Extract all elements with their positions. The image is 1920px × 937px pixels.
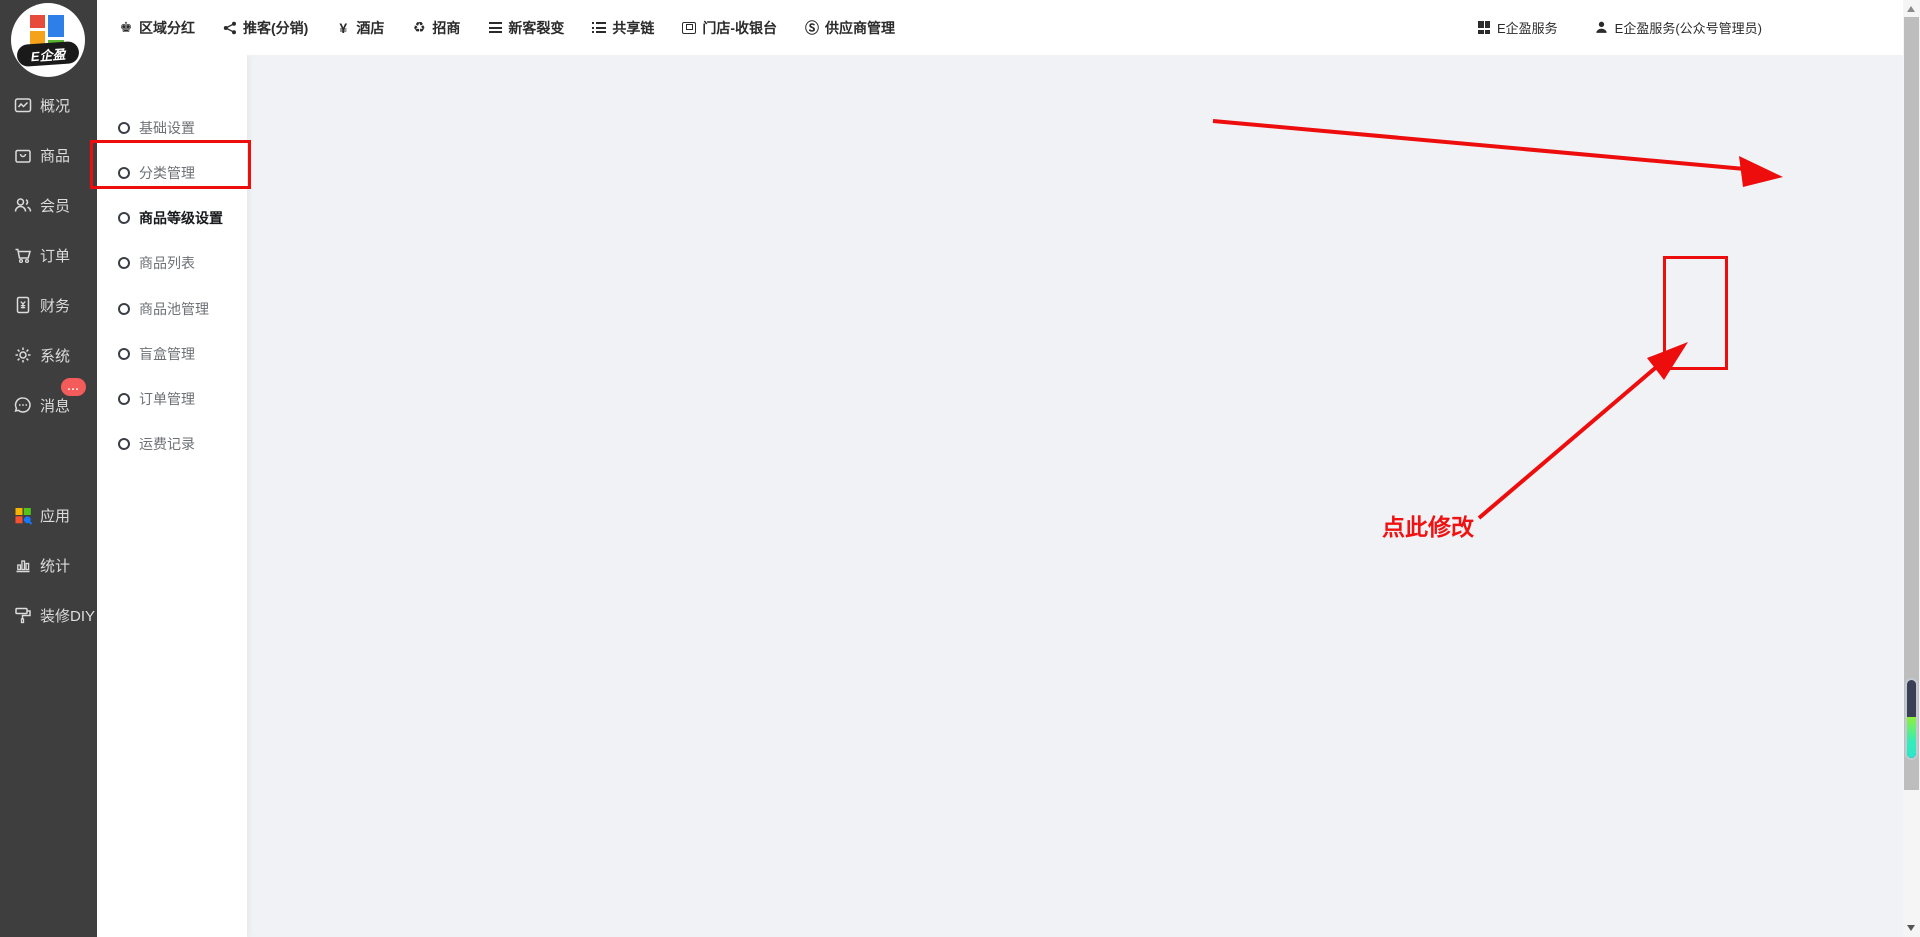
recycle-icon: ♻ <box>411 20 427 36</box>
submenu-item-goods-pool-management[interactable]: 商品池管理 <box>97 294 247 324</box>
share-icon <box>222 20 238 36</box>
grid-icon <box>1478 21 1491 34</box>
topbar-right-group: E企盈服务 E企盈服务(公众号管理员) <box>1478 18 1762 37</box>
paint-roller-icon <box>13 605 33 625</box>
top-nav-menu: ♚ 区域分红 推客(分销) ¥ 酒店 ♻ 招商 新客裂变 共享链 门店-收银台 … <box>118 18 895 38</box>
nav-item-tuike-distribution[interactable]: 推客(分销) <box>222 18 308 38</box>
circle-icon <box>118 257 130 269</box>
scroll-progress-indicator <box>1905 678 1918 760</box>
submenu-item-goods-list[interactable]: 商品列表 <box>97 248 247 278</box>
nav-item-investment[interactable]: ♻ 招商 <box>411 18 460 38</box>
submenu-item-freight-records[interactable]: 运费记录 <box>97 429 247 459</box>
nav-item-hotel[interactable]: ¥ 酒店 <box>335 18 384 38</box>
sidebar-item-apps[interactable]: 应用 <box>0 502 97 528</box>
messages-badge: ... <box>61 378 86 396</box>
three-lines-icon <box>487 20 503 36</box>
sidebar-item-system[interactable]: 系统 <box>0 342 97 368</box>
top-navbar: ♚ 区域分红 推客(分销) ¥ 酒店 ♻ 招商 新客裂变 共享链 门店-收银台 … <box>97 0 1920 55</box>
submenu-item-order-management[interactable]: 订单管理 <box>97 384 247 414</box>
scrollbar-thumb[interactable] <box>1904 17 1919 790</box>
sidebar-item-orders[interactable]: 订单 <box>0 242 97 268</box>
circle-icon <box>118 122 130 134</box>
circle-icon <box>118 438 130 450</box>
finance-icon <box>13 295 33 315</box>
window-scrollbar[interactable] <box>1903 0 1920 937</box>
sidebar-item-messages[interactable]: 消息 <box>0 392 97 418</box>
cash-register-icon <box>681 20 697 36</box>
nav-item-new-customer-fission[interactable]: 新客裂变 <box>487 18 564 38</box>
sidebar-item-statistics[interactable]: 统计 <box>0 552 97 578</box>
chess-icon: ♚ <box>118 20 134 36</box>
submenu-item-blind-box-management[interactable]: 盲盒管理 <box>97 339 247 369</box>
circle-icon <box>118 393 130 405</box>
members-icon <box>13 195 33 215</box>
account-menu[interactable]: E企盈服务(公众号管理员) <box>1594 18 1762 37</box>
circle-icon <box>118 348 130 360</box>
messages-chat-icon <box>13 395 33 415</box>
nav-item-supplier-management[interactable]: Ⓢ 供应商管理 <box>804 18 895 38</box>
goods-bag-icon <box>13 145 33 165</box>
primary-sidebar: E企盈 概况 商品 会员 订单 财务 系统 消息 ... 应用 统计 装修DIY <box>0 0 97 937</box>
statistics-bars-icon <box>13 555 33 575</box>
nav-item-share-chain[interactable]: 共享链 <box>591 18 654 38</box>
circle-icon <box>118 212 130 224</box>
service-menu[interactable]: E企盈服务 <box>1478 18 1558 37</box>
sidebar-item-overview[interactable]: 概况 <box>0 92 97 118</box>
sidebar-item-decorate-diy[interactable]: 装修DIY <box>0 602 97 628</box>
orders-cart-icon <box>13 245 33 265</box>
circle-icon <box>118 167 130 179</box>
nav-item-region-dividend[interactable]: ♚ 区域分红 <box>118 18 195 38</box>
secondary-sidebar: 基础设置 分类管理 商品等级设置 商品列表 商品池管理 盲盒管理 订单管理 运费… <box>97 55 247 937</box>
scroll-up-arrow-icon[interactable] <box>1907 6 1915 12</box>
submenu-item-goods-level-settings[interactable]: 商品等级设置 <box>97 203 247 233</box>
main-content <box>247 55 1920 937</box>
sidebar-item-members[interactable]: 会员 <box>0 192 97 218</box>
nav-item-store-cashier[interactable]: 门店-收银台 <box>681 18 777 38</box>
circle-icon <box>118 303 130 315</box>
logo-wordmark: E企盈 <box>16 41 79 67</box>
sidebar-item-finance[interactable]: 财务 <box>0 292 97 318</box>
submenu-item-basic-settings[interactable]: 基础设置 <box>97 113 247 143</box>
list-icon <box>591 20 607 36</box>
yen-icon: ¥ <box>335 20 351 36</box>
sidebar-item-goods[interactable]: 商品 <box>0 142 97 168</box>
apps-grid-icon <box>13 505 33 525</box>
supplier-s-icon: Ⓢ <box>804 20 820 36</box>
system-gear-icon <box>13 345 33 365</box>
overview-chart-icon <box>13 95 33 115</box>
scroll-down-arrow-icon[interactable] <box>1907 925 1915 931</box>
brand-logo[interactable]: E企盈 <box>11 3 85 77</box>
user-icon <box>1594 20 1609 35</box>
submenu-item-category-management[interactable]: 分类管理 <box>97 158 247 188</box>
